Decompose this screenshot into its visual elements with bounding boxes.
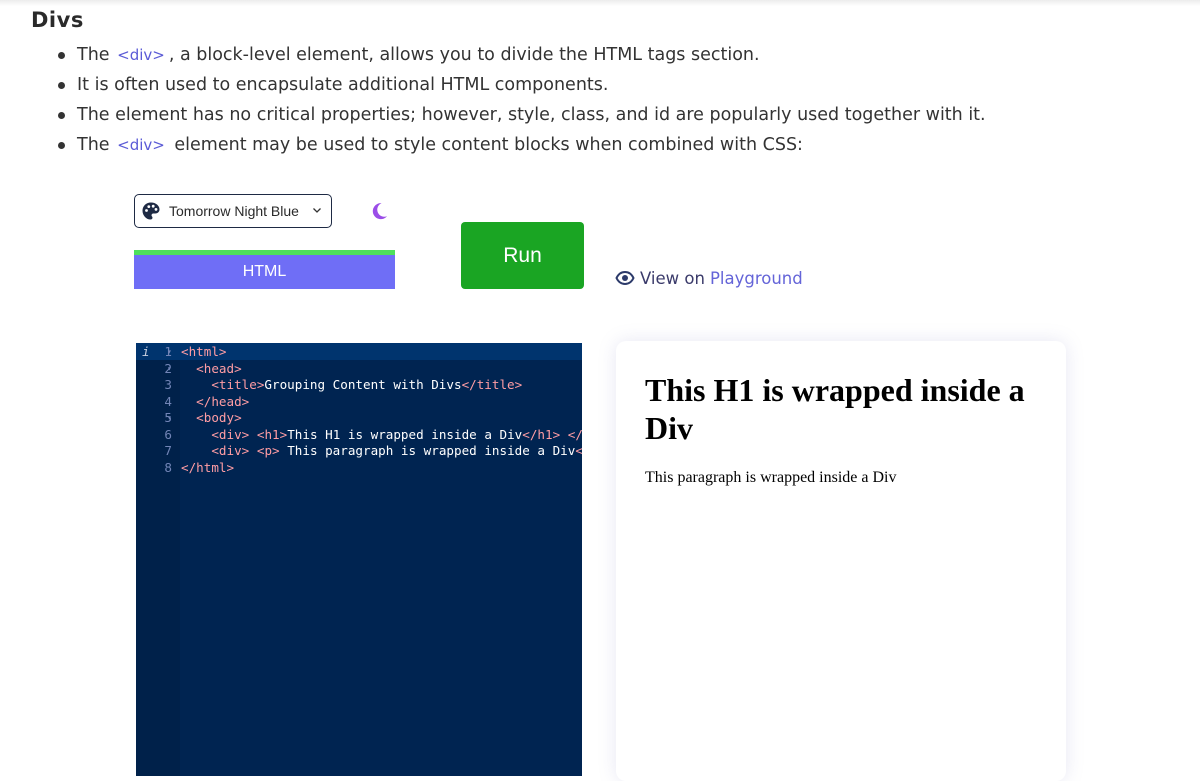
bullet-text: The element has no critical properties; … bbox=[77, 105, 986, 125]
code-tag: <div> bbox=[211, 426, 250, 442]
bullet-text: The bbox=[77, 135, 116, 155]
inline-code-tag: <div> bbox=[117, 46, 165, 64]
run-button[interactable]: Run bbox=[461, 222, 584, 289]
bullet-text: It is often used to encapsulate addition… bbox=[77, 75, 609, 95]
line-number: 3 bbox=[164, 377, 172, 392]
code-tag: <html> bbox=[181, 344, 227, 359]
code-tag: <div> bbox=[211, 443, 250, 458]
preview-paragraph: This paragraph is wrapped inside a Div bbox=[645, 469, 897, 486]
view-on-label: View on bbox=[640, 268, 705, 288]
bullet-item: It is often used to encapsulate addition… bbox=[58, 70, 986, 100]
bullet-text: The bbox=[77, 45, 116, 65]
theme-select-value: Tomorrow Night Blue bbox=[169, 203, 299, 219]
section-title: Divs bbox=[31, 8, 84, 32]
code-text: </head> bbox=[181, 394, 249, 411]
code-tag: </d bbox=[567, 426, 582, 442]
code-line: 3 <title>Grouping Content with Divs</tit… bbox=[136, 377, 582, 394]
code-tag: </h1> bbox=[522, 426, 561, 442]
code-text: <div> <p> This paragraph is wrapped insi… bbox=[181, 443, 582, 460]
fold-arrow-icon[interactable]: ▾ bbox=[167, 410, 172, 427]
line-number: 6 bbox=[164, 426, 172, 442]
code-content: This paragraph is wrapped inside a Div bbox=[279, 443, 576, 458]
bullet-item: The element has no critical properties; … bbox=[58, 100, 986, 130]
code-line: 7 <div> <p> This paragraph is wrapped in… bbox=[136, 443, 582, 460]
code-text: <body> bbox=[181, 410, 242, 427]
preview-pane: This H1 is wrapped inside a Div This par… bbox=[616, 341, 1066, 781]
tab-html[interactable]: HTML bbox=[134, 250, 395, 289]
inline-code-tag: <div> bbox=[117, 136, 165, 154]
code-text: <div> <h1>This H1 is wrapped inside a Di… bbox=[181, 427, 582, 444]
code-line: 5 ▾ <body> bbox=[136, 410, 582, 427]
code-line: 2 ▾ <head> bbox=[136, 361, 582, 378]
code-tag: <p> bbox=[256, 443, 280, 458]
code-content bbox=[560, 427, 568, 442]
code-tag: <title> bbox=[211, 377, 265, 392]
code-text: <title>Grouping Content with Divs</title… bbox=[181, 377, 522, 394]
bullet-text: element may be used to style content blo… bbox=[168, 135, 803, 155]
theme-select[interactable]: Tomorrow Night Blue bbox=[134, 194, 332, 228]
code-tag: </ bbox=[575, 443, 582, 458]
line-number: 7 bbox=[164, 443, 172, 458]
code-line: 8 </html> bbox=[136, 460, 582, 477]
code-line: 6 <div> <h1>This H1 is wrapped inside a … bbox=[136, 427, 582, 444]
top-bar-shadow bbox=[0, 0, 1200, 6]
eye-icon bbox=[615, 270, 635, 286]
code-tag: <body> bbox=[196, 410, 242, 425]
view-on-playground-link[interactable]: View on Playground bbox=[615, 266, 803, 290]
code-tag: </html> bbox=[181, 459, 235, 475]
bullet-text: , a block-level element, allows you to d… bbox=[168, 45, 760, 65]
preview-heading: This H1 is wrapped inside a Div bbox=[645, 372, 1025, 446]
code-content: This H1 is wrapped inside a Div bbox=[287, 426, 523, 442]
code-tag: </head> bbox=[196, 393, 250, 409]
bullet-item: The <div>, a block-level element, allows… bbox=[58, 40, 986, 70]
code-content bbox=[249, 443, 257, 458]
code-text: <head> bbox=[181, 361, 242, 378]
chevron-down-icon bbox=[313, 208, 321, 213]
code-editor[interactable]: i 1 ▾ <html> 2 ▾ <head> 3 <title>Grouping Cont… bbox=[136, 343, 582, 776]
code-text: <html> bbox=[181, 344, 227, 361]
palette-icon bbox=[142, 202, 160, 220]
code-tag: <head> bbox=[196, 360, 242, 376]
line-number: 4 bbox=[164, 393, 172, 409]
code-content bbox=[249, 427, 257, 442]
bullet-list: The <div>, a block-level element, allows… bbox=[58, 40, 986, 160]
code-tag: <h1> bbox=[256, 426, 288, 442]
fold-arrow-icon[interactable]: ▾ bbox=[167, 361, 172, 378]
bullet-item: The <div> element may be used to style c… bbox=[58, 130, 986, 160]
code-line: i 1 ▾ <html> bbox=[136, 344, 582, 361]
code-line: 4 </head> bbox=[136, 394, 582, 411]
code-tag: </title> bbox=[461, 377, 523, 392]
code-text: </html> bbox=[181, 460, 234, 477]
code-content: Grouping Content with Divs bbox=[264, 377, 462, 392]
playground-label: Playground bbox=[709, 268, 803, 288]
line-number: 8 bbox=[164, 459, 172, 475]
moon-icon[interactable] bbox=[368, 200, 390, 222]
fold-arrow-icon[interactable]: ▾ bbox=[167, 344, 172, 361]
